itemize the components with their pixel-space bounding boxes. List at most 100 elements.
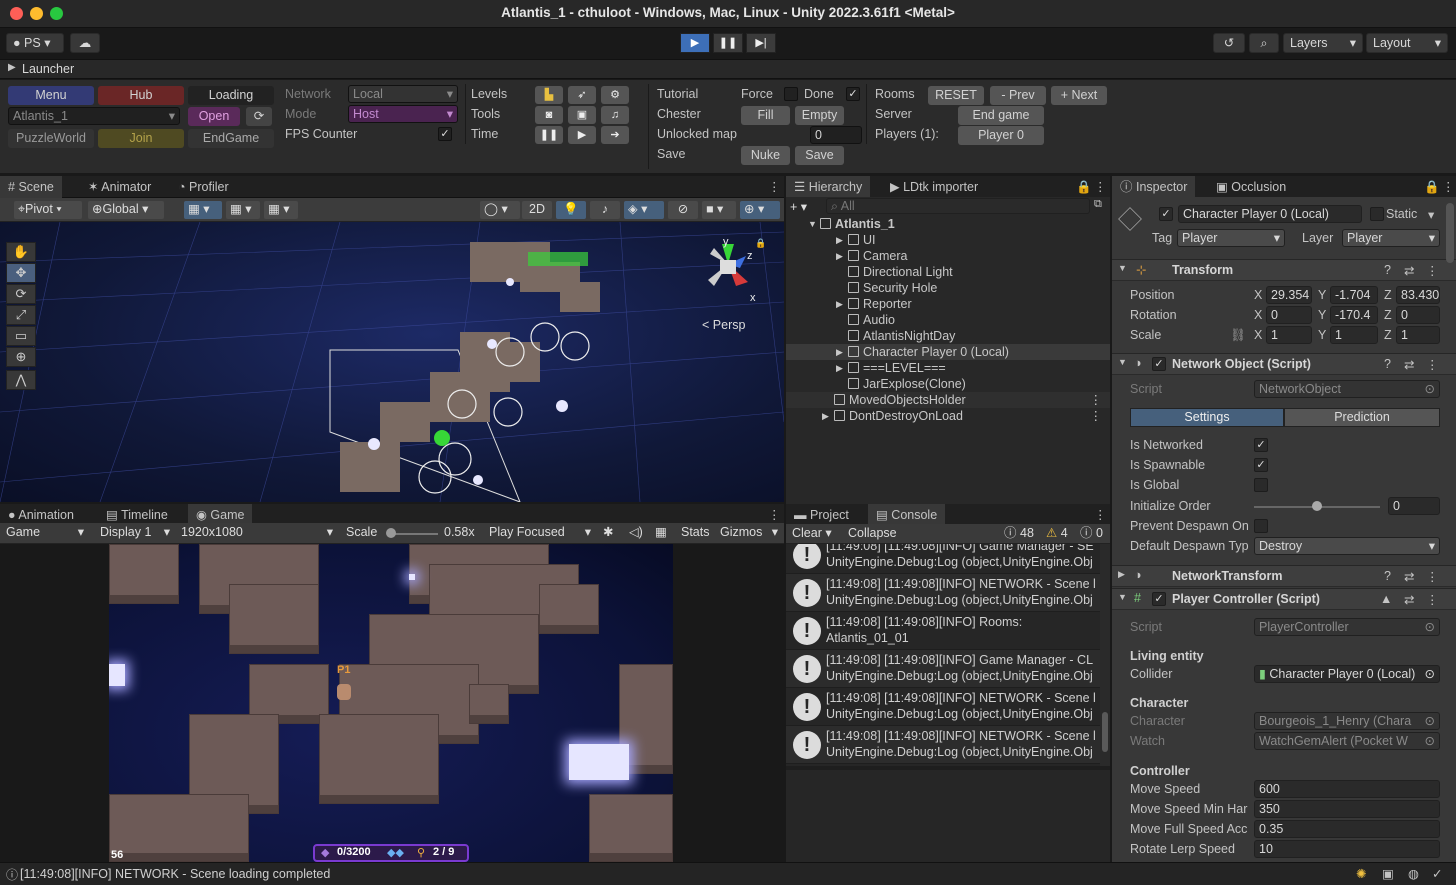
list-item[interactable]: ▶ UI [786,232,1110,248]
bell-icon[interactable]: ♫ [601,106,629,124]
list-item[interactable]: ▶ Character Player 0 (Local) [786,344,1110,360]
list-item[interactable]: ▶ Camera [786,248,1110,264]
expand-icon[interactable]: ▼ [1118,357,1127,367]
player-controller-header[interactable]: ▼ # ✓ Player Controller (Script) ▲ ⇄ ⋮ [1112,588,1456,610]
scene-view[interactable]: ✋ ✥ ⟳ ⤢ ▭ ⊕ ⋀ y z x 🔒 < Persp [0,222,784,502]
log-entry[interactable]: ! [11:49:08] [11:49:08][INFO] NETWORK - S… [786,726,1100,764]
lighting-icon[interactable]: 💡 [556,201,586,219]
inspector-menu-icon[interactable]: ⋮ [1434,176,1456,198]
log-entry[interactable]: ! [11:49:08] [11:49:08][INFO] Rooms: Atlan… [786,612,1100,650]
rect-tool-icon[interactable]: ▭ [6,326,36,346]
log-entry[interactable]: ! [11:49:08] [11:49:08][INFO] Game Manage… [786,650,1100,688]
fill-button[interactable]: Fill [741,106,790,125]
active-checkbox[interactable]: ✓ [1159,207,1173,221]
gizmos-icon[interactable]: ⊕ ▾ [740,201,780,219]
expand-icon[interactable]: ▼ [1118,592,1127,602]
camera-icon[interactable]: ◙ [535,106,563,124]
scale-x-field[interactable]: 1 [1266,326,1312,344]
settings-tab[interactable]: Settings [1130,408,1284,427]
mode-2d-button[interactable]: 2D [522,201,552,219]
network-object-header[interactable]: ▼ ◑ ✓ Network Object (Script) ? ⇄ ⋮ [1112,353,1456,375]
initialize-order-slider[interactable] [1254,501,1380,511]
log-entry[interactable]: ! [11:49:08] [11:49:08][INFO] Game Manage… [786,544,1100,574]
grid-visibility-icon[interactable]: ▦ ▾ [226,201,260,219]
refresh-icon[interactable]: ⟳ [246,107,272,126]
hierarchy-search-input[interactable]: ⌕ All [826,198,1090,214]
component-menu-icon[interactable]: ⋮ [1426,263,1439,278]
time-pause-icon[interactable]: ❚❚ [535,126,563,144]
console-menu-icon[interactable]: ⋮ [1086,504,1115,526]
tab-inspector[interactable]: ⓘ Inspector [1112,176,1196,198]
preset-icon[interactable]: ⇄ [1404,569,1414,584]
camera-settings-icon[interactable]: ■ ▾ [702,201,736,219]
cloud-icon[interactable]: ☁ [70,33,100,53]
expand-icon[interactable]: ▶ [1118,569,1125,580]
hand-tool-icon[interactable]: ✋ [6,242,36,262]
move-up-icon[interactable]: ▲ [1380,592,1392,606]
tab-hierarchy[interactable]: ☰ Hierarchy [786,176,871,198]
warning-filter[interactable]: ⚠ 4 [1042,525,1074,543]
layer-dropdown[interactable]: Player ▾ [1342,229,1440,247]
prediction-tab[interactable]: Prediction [1284,408,1440,427]
rotate-tool-icon[interactable]: ⟳ [6,284,36,304]
end-game-button[interactable]: End game [958,106,1044,125]
move-speed-field[interactable]: 600 [1254,780,1440,798]
inspector-scrollbar[interactable] [1446,203,1454,263]
mode-dropdown[interactable]: Host ▾ [348,105,458,123]
row-menu-icon[interactable]: ⋮ [1090,408,1103,424]
preset-icon[interactable]: ⇄ [1404,357,1414,372]
console-scrollbar[interactable] [1100,544,1110,766]
list-item[interactable]: Audio [786,312,1110,328]
rotation-x-field[interactable]: 0 [1266,306,1312,324]
expand-icon[interactable]: ▶ [836,360,843,376]
expand-icon[interactable]: ▶ [836,248,843,264]
tab-project[interactable]: ▬ Project [786,504,857,526]
resolution-dropdown[interactable]: 1920x1080 ▾ [177,524,337,542]
custom-tool-icon[interactable]: ⋀ [6,370,36,390]
preset-icon[interactable]: ⇄ [1404,592,1414,607]
expand-icon[interactable]: ▶ [836,232,843,248]
tab-profiler[interactable]: ◔ Profiler [170,176,237,198]
position-y-field[interactable]: -1.704 [1330,286,1378,304]
list-item[interactable]: MovedObjectsHolder ⋮ [786,392,1110,408]
pause-button[interactable]: ❚❚ [713,33,743,53]
global-dropdown[interactable]: ⊕Global ▾ [88,201,164,219]
expand-icon[interactable]: ▶ [836,296,843,312]
account-dropdown[interactable]: ● PS ▾ [6,33,64,53]
transform-header[interactable]: ▼ ⊹ Transform ? ⇄ ⋮ [1112,259,1456,281]
join-button[interactable]: Join [98,129,184,148]
play-focused-dropdown[interactable]: Play Focused ▾ [485,524,595,542]
scale-slider[interactable] [386,528,438,538]
static-dropdown-icon[interactable]: ▾ [1428,207,1434,222]
gizmos-dropdown[interactable]: Gizmos ▾ [716,524,782,542]
help-icon[interactable]: ? [1384,263,1391,277]
expand-icon[interactable]: ▶ [836,344,843,360]
shading-mode-icon[interactable]: ◯ ▾ [480,201,520,219]
tab-console[interactable]: ▤ Console [868,504,946,526]
scene-menu-icon[interactable]: ⋮ [760,176,789,198]
is-global-checkbox[interactable] [1254,478,1268,492]
log-entry[interactable]: ! [11:49:08] [11:49:08][INFO] NETWORK - S… [786,574,1100,612]
transform-tool-icon[interactable]: ⊕ [6,347,36,367]
expand-icon[interactable]: ▼ [808,216,817,232]
network-transform-header[interactable]: ▶ ◑ NetworkTransform ? ⇄ ⋮ [1112,565,1456,587]
next-button[interactable]: + Next [1051,86,1107,105]
move-tool-icon[interactable]: ✥ [6,263,36,283]
network-dropdown[interactable]: Local ▾ [348,85,458,103]
prev-button[interactable]: - Prev [990,86,1046,105]
row-menu-icon[interactable]: ⋮ [1090,392,1103,408]
force-checkbox[interactable] [784,87,798,101]
level-map-icon[interactable]: ▙ [535,86,563,104]
audio-icon[interactable]: ◁) [625,524,647,542]
endgame-button[interactable]: EndGame [188,129,274,148]
log-entry[interactable]: ! [11:49:08] [11:49:08][INFO] NETWORK - S… [786,688,1100,726]
component-menu-icon[interactable]: ⋮ [1426,592,1439,607]
collapse-button[interactable]: Collapse [844,525,904,543]
time-forward-icon[interactable]: ➔ [601,126,629,144]
player-controller-enabled-checkbox[interactable]: ✓ [1152,592,1166,606]
tab-occlusion[interactable]: ▣ Occlusion [1208,176,1294,198]
list-item[interactable]: AtlantisNightDay [786,328,1110,344]
console-splitter[interactable] [786,766,1110,770]
collider-field[interactable]: ▮ Character Player 0 (Local) ⊙ [1254,665,1440,683]
prevent-despawn-checkbox[interactable] [1254,519,1268,533]
